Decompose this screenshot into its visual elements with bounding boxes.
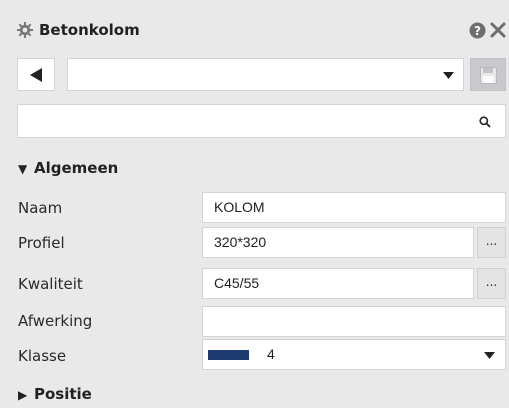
chevron-down-icon — [443, 72, 454, 79]
search-field[interactable] — [17, 104, 506, 138]
property-label-naam: Naam — [18, 199, 63, 217]
property-label-afwerking: Afwerking — [18, 312, 93, 330]
section-label-algemeen: Algemeen — [34, 159, 119, 177]
preset-dropdown[interactable] — [67, 58, 464, 91]
close-icon[interactable] — [490, 22, 506, 38]
svg-text:?: ? — [474, 24, 481, 38]
klasse-dropdown[interactable]: 4 — [202, 339, 506, 370]
kwaliteit-browse-button[interactable]: ... — [477, 268, 506, 299]
panel-title: Betonkolom — [39, 21, 140, 39]
floppy-disk-icon — [480, 67, 497, 84]
triangle-left-icon — [30, 68, 42, 82]
gear-icon — [17, 22, 33, 38]
class-color-swatch — [208, 350, 249, 360]
klasse-value: 4 — [267, 346, 275, 362]
back-button[interactable] — [17, 58, 55, 91]
naam-field[interactable]: KOLOM — [202, 192, 506, 223]
triangle-right-icon: ▶ — [18, 388, 28, 402]
afwerking-field[interactable] — [202, 306, 506, 337]
property-label-kwaliteit: Kwaliteit — [18, 275, 83, 293]
section-header-algemeen[interactable]: ▼ Algemeen — [18, 158, 118, 179]
save-button[interactable] — [470, 58, 506, 91]
triangle-down-icon: ▼ — [18, 162, 28, 176]
kwaliteit-field[interactable]: C45/55 — [202, 268, 474, 299]
property-label-profiel: Profiel — [18, 234, 65, 252]
profiel-browse-button[interactable]: ... — [477, 227, 506, 258]
property-label-klasse: Klasse — [18, 347, 67, 365]
help-icon[interactable]: ? — [469, 22, 486, 39]
chevron-down-icon — [484, 352, 495, 359]
search-input[interactable] — [18, 105, 468, 137]
profiel-field[interactable]: 320*320 — [202, 227, 474, 258]
section-header-positie[interactable]: ▶ Positie — [18, 384, 92, 405]
section-label-positie: Positie — [34, 385, 92, 403]
search-icon[interactable] — [479, 116, 491, 128]
